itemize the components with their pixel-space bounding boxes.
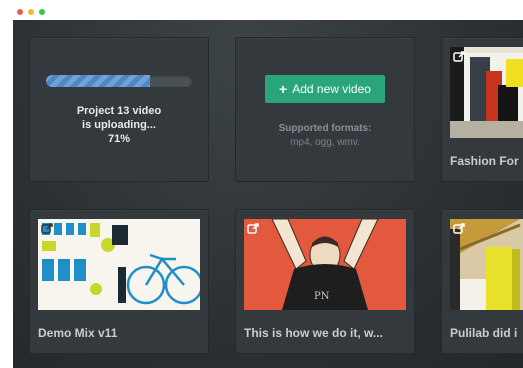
video-thumbnail[interactable] — [38, 219, 200, 310]
video-title: Fashion For — [450, 154, 519, 168]
video-title: Demo Mix v11 — [38, 326, 118, 340]
upload-status-line2: is uploading... — [82, 119, 156, 131]
supported-formats-values: mp4, ogg, wmv. — [290, 137, 360, 148]
video-card[interactable]: Pulilab did i — [441, 209, 523, 354]
share-icon[interactable] — [453, 50, 466, 63]
minimize-window-button[interactable] — [28, 9, 34, 15]
upload-progress-percent: 71% — [107, 133, 131, 145]
supported-formats-label: Supported formats: — [278, 123, 372, 134]
maximize-window-button[interactable] — [39, 9, 45, 15]
video-thumbnail[interactable] — [450, 219, 523, 310]
close-window-button[interactable] — [17, 9, 23, 15]
video-title: This is how we do it, w... — [244, 326, 383, 340]
add-new-video-label: Add new video — [292, 82, 371, 96]
video-thumbnail[interactable]: PN — [244, 219, 406, 310]
window-titlebar — [0, 0, 523, 20]
add-new-video-button[interactable]: + Add new video — [265, 75, 385, 103]
share-icon[interactable] — [247, 222, 260, 235]
share-icon[interactable] — [453, 222, 466, 235]
plus-icon: + — [279, 81, 288, 97]
video-card[interactable]: PN This is how we do it, w... — [235, 209, 415, 354]
add-video-card: + Add new video Supported formats: mp4, … — [235, 37, 415, 182]
video-card[interactable]: Demo Mix v11 — [29, 209, 209, 354]
upload-status: Project 13 video is uploading... 71% — [30, 104, 208, 146]
upload-progress-fill — [46, 75, 150, 87]
upload-progress-bar — [46, 75, 192, 87]
share-icon[interactable] — [41, 222, 54, 235]
svg-text:PN: PN — [314, 291, 330, 302]
video-card[interactable]: Fashion For — [441, 37, 523, 182]
video-grid: Project 13 video is uploading... 71% + A… — [13, 20, 523, 368]
video-title: Pulilab did i — [450, 326, 518, 340]
upload-status-line1: Project 13 video — [76, 105, 162, 117]
upload-progress-card: Project 13 video is uploading... 71% — [29, 37, 209, 182]
video-thumbnail[interactable] — [450, 47, 523, 138]
